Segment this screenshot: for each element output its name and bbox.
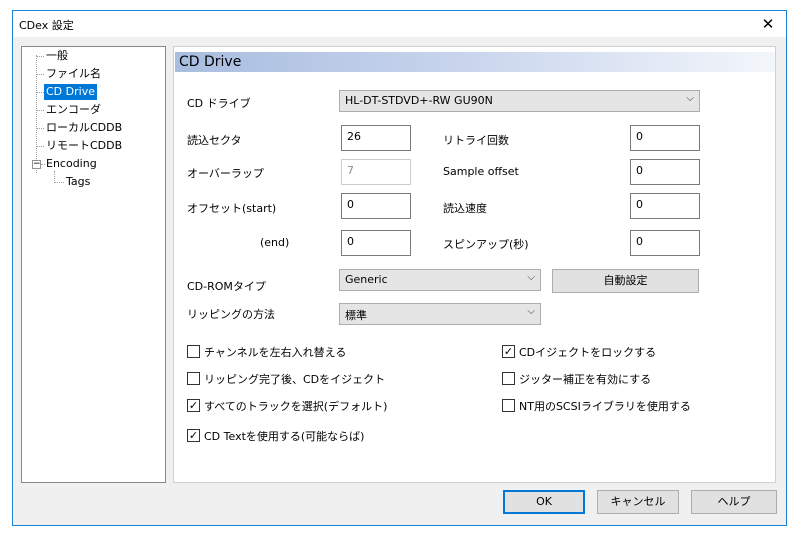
cdrom-type-value: Generic [345, 273, 388, 286]
tree-connector [36, 74, 44, 75]
settings-tree: − 一般 ファイル名 CD Drive エンコーダ ローカルCDDB リモートC… [21, 46, 166, 483]
cd-drive-label: CD ドライブ [187, 97, 251, 110]
cd-drive-select[interactable]: HL-DT-STDVD+-RW GU90N ⌵ [339, 90, 700, 112]
offset-start-label: オフセット(start) [187, 202, 277, 215]
window-title: CDex 設定 [19, 19, 74, 32]
tree-item-local-cddb[interactable]: ローカルCDDB [44, 120, 124, 136]
sample-offset-label: Sample offset [443, 165, 519, 178]
checkbox-box[interactable]: ✓ [502, 345, 515, 358]
nt-scsi-label: NT用のSCSIライブラリを使用する [519, 400, 691, 413]
cdrom-type-label: CD-ROMタイプ [187, 280, 266, 293]
tree-item-encoding[interactable]: Encoding [44, 156, 99, 172]
settings-window: CDex 設定 ✕ − 一般 ファイル名 CD Drive エンコーダ ローカル… [12, 10, 787, 526]
tree-item-remote-cddb[interactable]: リモートCDDB [44, 138, 124, 154]
checkbox-box[interactable] [187, 372, 200, 385]
overlap-input: 7 [341, 159, 411, 185]
offset-start-input[interactable]: 0 [341, 193, 411, 219]
panel-header: CD Drive [175, 52, 775, 72]
chevron-down-icon: ⌵ [527, 306, 535, 317]
checkbox-box[interactable] [502, 372, 515, 385]
tree-connector [36, 146, 44, 147]
tree-connector [36, 55, 37, 173]
offset-end-input[interactable]: 0 [341, 230, 411, 256]
spinup-label: スピンアップ(秒) [443, 238, 529, 251]
checkbox-box[interactable] [187, 345, 200, 358]
spinup-input[interactable]: 0 [630, 230, 700, 256]
swap-channels-label: チャンネルを左右入れ替える [204, 346, 347, 359]
ripping-method-label: リッピングの方法 [187, 308, 275, 321]
checkbox-box[interactable] [502, 399, 515, 412]
tree-item-cd-drive[interactable]: CD Drive [44, 84, 97, 100]
checkbox-box[interactable]: ✓ [187, 399, 200, 412]
read-speed-input[interactable]: 0 [630, 193, 700, 219]
tree-item-filename[interactable]: ファイル名 [44, 66, 103, 82]
cd-drive-value: HL-DT-STDVD+-RW GU90N [345, 94, 493, 107]
sample-offset-input[interactable]: 0 [630, 159, 700, 185]
chevron-down-icon: ⌵ [527, 272, 535, 283]
tree-connector [36, 56, 44, 57]
close-icon[interactable]: ✕ [758, 14, 778, 34]
tree-item-general[interactable]: 一般 [44, 48, 70, 64]
cdrom-type-select[interactable]: Generic ⌵ [339, 269, 541, 291]
tree-connector [36, 128, 44, 129]
tree-item-encoder[interactable]: エンコーダ [44, 102, 103, 118]
lock-eject-label: CDイジェクトをロックする [519, 346, 657, 359]
cancel-button[interactable]: キャンセル [597, 490, 679, 514]
tree-item-tags[interactable]: Tags [64, 174, 92, 190]
select-all-tracks-label: すべてのトラックを選択(デフォルト) [204, 400, 388, 413]
cd-drive-panel: CD Drive CD ドライブ HL-DT-STDVD+-RW GU90N ⌵… [173, 46, 776, 483]
checkbox-box[interactable]: ✓ [187, 429, 200, 442]
use-cd-text-label: CD Textを使用する(可能ならば) [204, 430, 365, 443]
tree-connector [36, 92, 44, 93]
read-sectors-label: 読込セクタ [187, 134, 242, 147]
panel-title: CD Drive [179, 54, 242, 70]
ripping-method-value: 標準 [345, 309, 367, 322]
read-speed-label: 読込速度 [443, 202, 487, 215]
offset-end-label: (end) [260, 236, 290, 249]
ripping-method-select[interactable]: 標準 ⌵ [339, 303, 541, 325]
retry-input[interactable]: 0 [630, 125, 700, 151]
help-button[interactable]: ヘルプ [691, 490, 777, 514]
overlap-label: オーバーラップ [187, 167, 264, 180]
ok-button[interactable]: OK [503, 490, 585, 514]
eject-after-label: リッピング完了後、CDをイジェクト [204, 373, 386, 386]
collapse-icon[interactable]: − [32, 160, 41, 169]
chevron-down-icon: ⌵ [686, 93, 694, 104]
tree-connector [54, 182, 64, 183]
tree-connector [36, 110, 44, 111]
auto-config-button[interactable]: 自動設定 [552, 269, 699, 293]
jitter-correction-label: ジッター補正を有効にする [519, 373, 652, 386]
read-sectors-input[interactable]: 26 [341, 125, 411, 151]
retry-label: リトライ回数 [443, 134, 509, 147]
title-bar[interactable]: CDex 設定 ✕ [13, 11, 786, 37]
